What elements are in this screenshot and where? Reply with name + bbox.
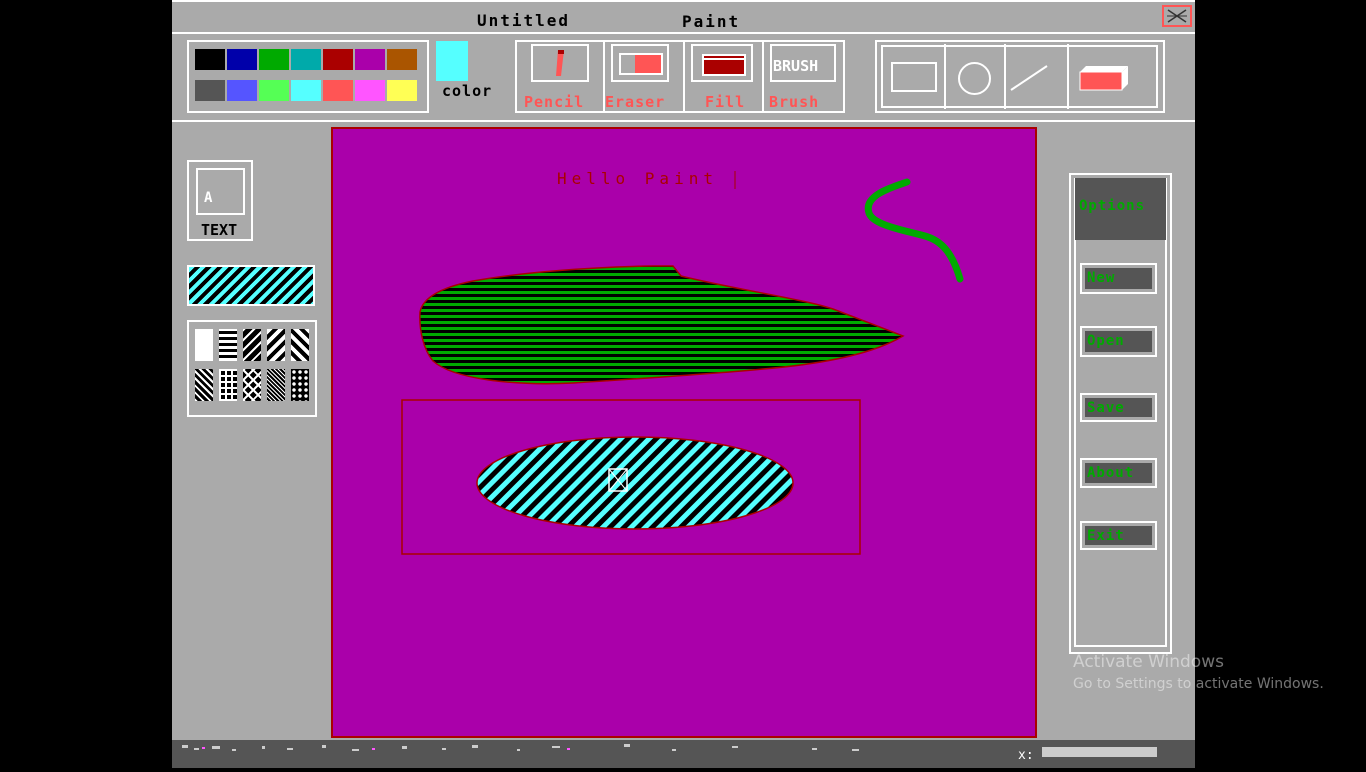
color-swatch[interactable] [259, 49, 289, 70]
brush-icon-text: BRUSH [773, 57, 819, 75]
titlebar-separator [172, 32, 1195, 34]
color-swatch[interactable] [291, 49, 321, 70]
options-header-label: Options [1079, 198, 1146, 214]
pattern-fine-diagonal[interactable] [195, 369, 213, 401]
text-tool-label: TEXT [201, 221, 238, 239]
green-brush-stroke [864, 178, 964, 283]
pencil-tool-button[interactable]: Pencil [517, 42, 603, 111]
toolbar-separator [172, 120, 1195, 122]
brush-tool-button[interactable]: BRUSH Brush [764, 42, 843, 111]
drawing-canvas[interactable]: Hello Paint [331, 127, 1037, 738]
new-button-label: New [1085, 268, 1152, 289]
new-button[interactable]: New [1080, 263, 1157, 294]
pattern-grid[interactable] [219, 369, 237, 401]
pattern-dense[interactable] [267, 369, 285, 401]
exit-button-label: Exit [1085, 526, 1152, 545]
file-name: Untitled [477, 11, 571, 30]
brush-icon: BRUSH [770, 44, 836, 82]
circle-tool-button[interactable] [947, 48, 1003, 106]
current-pattern-preview [187, 265, 315, 306]
shape-divider [1067, 44, 1069, 109]
color-palette [187, 40, 429, 113]
canvas-drawing [401, 171, 964, 555]
color-swatch[interactable] [323, 49, 353, 70]
pattern-diagonal[interactable] [267, 329, 285, 361]
activation-watermark-title: Activate Windows [1073, 652, 1224, 672]
canvas-text: Hello Paint [557, 169, 718, 188]
fill-bucket-icon [691, 44, 753, 82]
text-icon-letter: A [204, 190, 213, 206]
close-button[interactable] [1162, 5, 1192, 27]
color-swatch[interactable] [195, 80, 225, 101]
rectangle-icon [891, 62, 937, 92]
window-top-border [172, 0, 1195, 2]
fill-tool-button[interactable]: Fill [685, 42, 762, 111]
status-bar-glitch: x: [182, 744, 1157, 763]
green-filled-shape [419, 265, 905, 385]
eraser-icon [611, 44, 669, 82]
line-tool-button[interactable] [1007, 48, 1066, 106]
pattern-backdiagonal[interactable] [291, 329, 309, 361]
filled-rectangle-tool-button[interactable] [1070, 48, 1158, 106]
color-swatch[interactable] [355, 80, 385, 101]
pencil-label: Pencil [524, 93, 585, 111]
line-icon [1010, 65, 1048, 91]
color-swatch[interactable] [291, 80, 321, 101]
options-header: Options [1075, 178, 1166, 240]
eraser-tool-button[interactable]: Eraser [605, 42, 683, 111]
brush-label: Brush [769, 93, 820, 111]
shape-divider [1004, 44, 1006, 109]
text-tool-button[interactable]: A TEXT [187, 160, 253, 241]
color-swatch[interactable] [387, 80, 417, 101]
save-button-label: Save [1085, 398, 1152, 417]
activation-watermark-subtitle: Go to Settings to activate Windows. [1073, 676, 1324, 692]
svg-text:x:: x: [1018, 748, 1034, 763]
fill-label: Fill [705, 93, 746, 111]
pattern-solid[interactable] [195, 329, 213, 361]
fill-pattern-panel [187, 320, 317, 417]
close-icon [1167, 9, 1187, 23]
pencil-icon [531, 44, 589, 82]
open-button[interactable]: Open [1080, 326, 1157, 357]
color-label: color [442, 82, 493, 100]
status-bar: x: [172, 740, 1195, 768]
circle-icon [958, 62, 991, 95]
eraser-label: Eraser [605, 93, 666, 111]
pattern-diagonal-thick[interactable] [243, 329, 261, 361]
color-swatch[interactable] [355, 49, 385, 70]
text-icon: A [196, 168, 245, 215]
about-button[interactable]: About [1080, 458, 1157, 488]
color-swatch[interactable] [259, 80, 289, 101]
save-button[interactable]: Save [1080, 393, 1157, 422]
color-swatch[interactable] [323, 80, 353, 101]
color-swatch[interactable] [195, 49, 225, 70]
app-title: Paint [682, 12, 741, 31]
pattern-crosshatch[interactable] [243, 369, 261, 401]
rectangle-tool-button[interactable] [884, 48, 942, 106]
cyan-hatched-ellipse [476, 436, 794, 530]
open-button-label: Open [1085, 331, 1152, 352]
filled-rectangle-icon [1079, 66, 1128, 91]
about-button-label: About [1085, 463, 1152, 483]
color-swatch[interactable] [387, 49, 417, 70]
pattern-dots[interactable] [291, 369, 309, 401]
exit-button[interactable]: Exit [1080, 521, 1157, 550]
current-color-swatch [436, 41, 468, 81]
color-swatch[interactable] [227, 49, 257, 70]
pattern-horizontal[interactable] [219, 329, 237, 361]
color-swatch[interactable] [227, 80, 257, 101]
shape-divider [944, 44, 946, 109]
